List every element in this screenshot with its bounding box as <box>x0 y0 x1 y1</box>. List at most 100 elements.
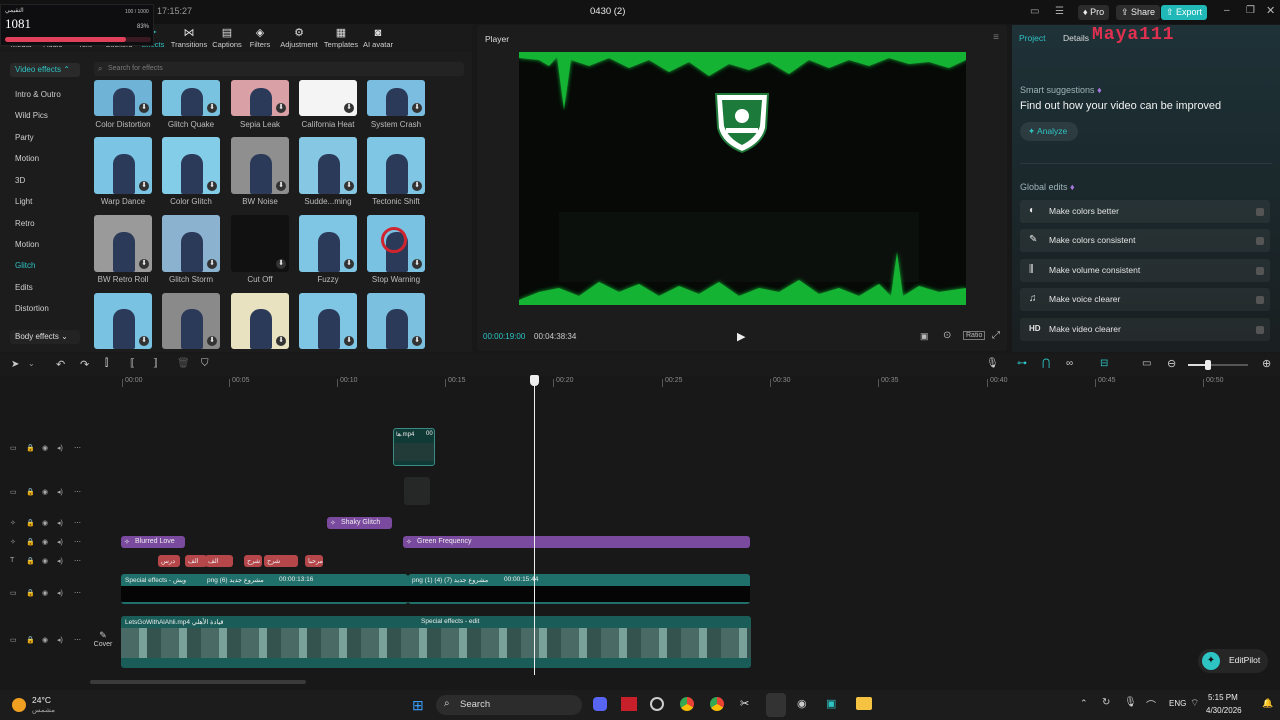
trim-left-icon[interactable]: ⟦ <box>130 358 135 369</box>
download-icon[interactable]: ⬇ <box>276 103 286 113</box>
layout-icon[interactable]: ▭ <box>1030 6 1039 17</box>
analyze-button[interactable]: ✦ Analyze <box>1020 122 1078 141</box>
restore-icon[interactable]: ❐ <box>1246 5 1255 16</box>
cover-button[interactable]: ✎ Cover <box>92 630 114 654</box>
category-intro-outro[interactable]: Intro & Outro <box>15 90 61 99</box>
eye-icon[interactable]: ◉ <box>42 444 48 452</box>
special-clip-2[interactable]: png (1) (4) (7) مشروع جديد 00:00:15:44 <box>408 574 750 604</box>
video-clip-ghost[interactable] <box>404 477 430 505</box>
audio-icon[interactable]: ◂) <box>57 444 63 452</box>
effect-thumbnail[interactable]: ⬇ <box>231 137 289 194</box>
effect-thumbnail[interactable]: ⬇ <box>162 137 220 194</box>
track-type-icon[interactable]: ▭ <box>10 636 17 644</box>
lock-icon[interactable]: 🔒 <box>26 538 35 546</box>
taskbar-search[interactable]: ⌕ Search <box>436 695 582 715</box>
lock-icon[interactable]: 🔒 <box>26 444 35 452</box>
steam-icon[interactable]: ◉ <box>797 697 807 710</box>
effect-thumbnail[interactable]: ⬇ <box>162 215 220 272</box>
download-icon[interactable]: ⬇ <box>139 259 149 269</box>
track-type-icon[interactable]: ✧ <box>10 519 16 527</box>
more-icon[interactable]: ⋯ <box>74 636 81 644</box>
effect-thumbnail[interactable]: ⬇ <box>367 215 425 272</box>
lock-icon[interactable]: 🔒 <box>26 636 35 644</box>
category-motion[interactable]: Motion <box>15 154 39 163</box>
category-3d[interactable]: 3D <box>15 176 25 185</box>
effect-thumbnail[interactable]: ⬇ <box>299 293 357 349</box>
lock-icon[interactable]: 🔒 <box>26 488 35 496</box>
download-icon[interactable]: ⬇ <box>207 103 217 113</box>
wifi-icon[interactable]: ⌔ <box>1190 697 1199 710</box>
effect-clip-blurred[interactable]: Blurred Love ✧ <box>121 536 185 548</box>
chevron-down-icon[interactable]: ⌄ <box>28 359 35 368</box>
sandbox-icon[interactable]: ▣ <box>826 697 836 710</box>
tool-ai-avatar[interactable]: ◙ AI avatar <box>362 26 394 54</box>
more-icon[interactable]: ⋯ <box>74 488 81 496</box>
download-icon[interactable]: ⬇ <box>412 181 422 191</box>
effect-thumbnail[interactable]: ⬇ <box>231 293 289 349</box>
download-icon[interactable]: ⬇ <box>344 103 354 113</box>
lock-icon[interactable]: 🔒 <box>26 557 35 565</box>
eye-icon[interactable]: ◉ <box>42 589 48 597</box>
menu-icon[interactable]: ≡ <box>993 32 999 43</box>
delete-icon[interactable]: 🗑 <box>177 358 190 369</box>
network-icon[interactable]: ⌒ <box>1146 697 1156 712</box>
text-clip[interactable]: شرح <box>264 555 298 567</box>
more-icon[interactable]: ⋯ <box>74 557 81 565</box>
file-explorer-icon[interactable] <box>856 697 872 710</box>
lock-icon[interactable]: 🔒 <box>26 519 35 527</box>
category-wild-pics[interactable]: Wild Pics <box>15 111 48 120</box>
more-icon[interactable]: ⋯ <box>74 444 81 452</box>
windows-start-icon[interactable]: ⊞ <box>412 697 424 714</box>
mic-icon[interactable]: 🎙 <box>1124 697 1137 708</box>
edit-colors-better[interactable]: ◐ Make colors better <box>1020 200 1270 223</box>
download-icon[interactable]: ⬇ <box>412 259 422 269</box>
notification-icon[interactable]: 🔔 <box>1262 698 1273 709</box>
track-type-icon[interactable]: T <box>10 557 14 564</box>
chevron-up-icon[interactable]: ⌃ <box>1080 698 1088 709</box>
track-type-icon[interactable]: ▭ <box>10 488 17 496</box>
download-icon[interactable]: ⬇ <box>412 336 422 346</box>
category-retro[interactable]: Retro <box>15 219 35 228</box>
download-icon[interactable]: ⬇ <box>139 336 149 346</box>
split-icon[interactable]: ⫿ <box>105 358 108 369</box>
track-type-icon[interactable]: ✧ <box>10 538 16 546</box>
eye-icon[interactable]: ◉ <box>42 519 48 527</box>
effect-thumbnail[interactable]: ⬇ <box>367 293 425 349</box>
download-icon[interactable]: ⬇ <box>344 336 354 346</box>
effect-thumbnail[interactable]: ⬇ <box>231 80 289 116</box>
tool-templates[interactable]: ▦ Templates <box>322 26 360 54</box>
body-effects-category[interactable]: Body effects ⌄ <box>10 330 80 344</box>
download-icon[interactable]: ⬇ <box>276 259 286 269</box>
track-type-icon[interactable]: ▭ <box>10 589 17 597</box>
download-icon[interactable]: ⬇ <box>139 103 149 113</box>
toggle-box[interactable] <box>1256 267 1264 275</box>
more-icon[interactable]: ⋯ <box>74 538 81 546</box>
effect-thumbnail[interactable]: ⬇ <box>94 80 152 116</box>
lock-icon[interactable]: 🔒 <box>26 589 35 597</box>
caption-icon[interactable]: ▭ <box>1142 358 1151 369</box>
ratio-button[interactable]: Ratio <box>963 331 986 340</box>
tab-project[interactable]: Project <box>1019 33 1045 43</box>
discord-icon[interactable] <box>593 697 607 711</box>
eye-icon[interactable]: ◉ <box>42 636 48 644</box>
fullscreen-preview-icon[interactable]: ▣ <box>920 331 929 342</box>
chain-icon[interactable]: ∞ <box>1066 358 1073 369</box>
tool-filters[interactable]: ◈ Filters <box>246 26 274 54</box>
effect-thumbnail[interactable]: ⬇ <box>367 80 425 116</box>
effect-thumbnail[interactable]: ⬇ <box>367 137 425 194</box>
effect-thumbnail[interactable]: ⬇ <box>94 293 152 349</box>
toggle-box[interactable] <box>1256 326 1264 334</box>
category-party[interactable]: Party <box>15 133 34 142</box>
effect-thumbnail[interactable]: ⬇ <box>162 293 220 349</box>
effect-thumbnail[interactable]: ⬇ <box>231 215 289 272</box>
tool-transitions[interactable]: ⋈ Transitions <box>170 26 208 54</box>
effect-clip-shaky[interactable]: Shaky Glitch ✧ <box>327 517 392 529</box>
effects-search[interactable]: ⌕ Search for effects <box>94 62 464 76</box>
toggle-box[interactable] <box>1256 237 1264 245</box>
select-tool-icon[interactable]: ➤ <box>11 359 19 370</box>
tab-details[interactable]: Details <box>1063 33 1089 43</box>
toggle-box[interactable] <box>1256 208 1264 216</box>
effect-thumbnail[interactable]: ⬇ <box>94 137 152 194</box>
audio-icon[interactable]: ◂) <box>57 488 63 496</box>
download-icon[interactable]: ⬇ <box>139 181 149 191</box>
